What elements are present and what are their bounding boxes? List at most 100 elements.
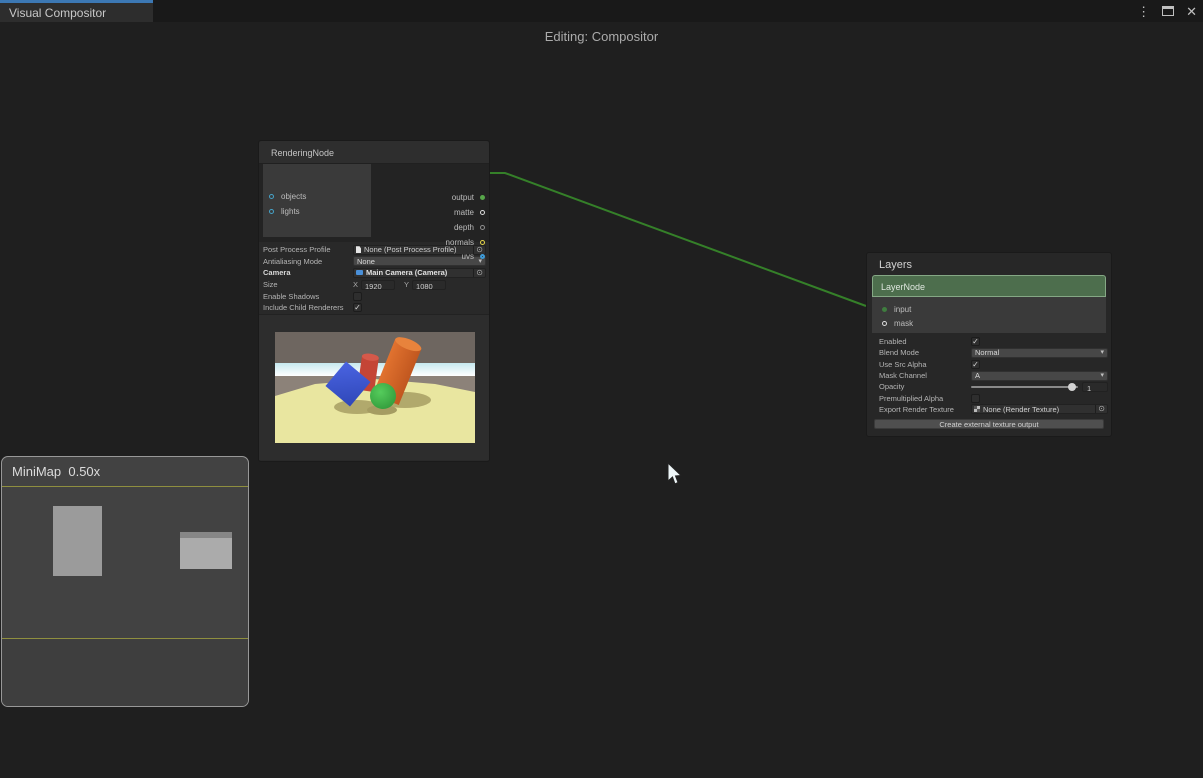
lights-port-icon[interactable] [269,209,274,214]
y-axis-label: Y [404,280,409,289]
mask-port-icon[interactable] [882,321,887,326]
input-port-icon[interactable] [882,307,887,312]
camera-field[interactable]: Main Camera (Camera) ⊙ [353,268,486,278]
chevron-down-icon: ▾ [1100,349,1104,356]
editing-status-label: Editing: Compositor [0,29,1203,44]
prop-label: Include Child Renderers [263,303,353,312]
prop-label: Enabled [879,337,971,346]
mouse-cursor [662,459,684,489]
close-icon[interactable]: ✕ [1186,5,1197,18]
opacity-slider-handle[interactable] [1068,383,1076,391]
kebab-menu-icon[interactable]: ⋮ [1137,5,1150,18]
window-tab-bar: Visual Compositor ⋮ ✕ [0,0,1203,22]
port-label: lights [281,207,300,216]
maximize-icon[interactable] [1162,6,1174,16]
prop-label: Export Render Texture [879,405,971,414]
port-label: normals [446,238,474,247]
prop-label: Use Src Alpha [879,360,971,369]
use-src-alpha-checkbox[interactable]: ✓ [971,360,980,369]
size-y-input[interactable]: 1080 [412,280,446,290]
rendering-node-title[interactable]: RenderingNode [259,141,489,164]
prop-include-child-renderers: Include Child Renderers ✓ [263,302,489,314]
include-child-renderers-checkbox[interactable]: ✓ [353,303,362,312]
prop-label: Post Process Profile [263,245,353,254]
port-lights[interactable]: lights [269,207,300,216]
prop-label: Camera [263,268,353,277]
mask-channel-dropdown[interactable]: A ▾ [971,371,1108,381]
prop-label: Blend Mode [879,348,971,357]
rendering-node-properties: Post Process Profile None (Post Process … [259,242,489,314]
port-depth[interactable]: depth [454,223,485,232]
object-field-value: Main Camera (Camera) [366,268,470,277]
minimap-label: MiniMap [12,464,61,479]
port-matte[interactable]: matte [454,208,485,217]
tab-visual-compositor[interactable]: Visual Compositor [0,0,153,22]
port-label: output [452,193,474,202]
prop-opacity: Opacity 1 [879,381,1111,392]
minimap-outside-area [2,639,248,707]
premultiplied-alpha-checkbox[interactable] [971,394,980,403]
prop-label: Mask Channel [879,371,971,380]
port-label: input [894,305,911,314]
prop-label: Premultiplied Alpha [879,394,971,403]
dropdown-value: None [357,257,478,266]
prop-label: Antialiasing Mode [263,257,353,266]
normals-port-icon[interactable] [480,240,485,245]
objects-port-icon[interactable] [269,194,274,199]
create-external-texture-output-button[interactable]: Create external texture output [874,419,1104,429]
layers-panel[interactable]: Layers LayerNode input mask Enabled ✓ Bl… [866,252,1112,437]
export-render-texture-field[interactable]: None (Render Texture) ⊙ [971,404,1108,414]
port-label: mask [894,319,913,328]
render-texture-icon [974,406,980,412]
blend-mode-dropdown[interactable]: Normal ▾ [971,348,1108,358]
port-output[interactable]: output [452,193,485,202]
prop-camera: Camera Main Camera (Camera) ⊙ [263,267,489,279]
uvs-port-icon[interactable] [480,254,485,259]
minimap-viewport-bottom-edge [2,638,248,639]
output-port-icon[interactable] [480,195,485,200]
port-label: matte [454,208,474,217]
prop-label: Size [263,280,353,289]
prop-enabled: Enabled ✓ [879,336,1111,347]
rendering-node[interactable]: RenderingNode objects lights output matt… [258,140,490,462]
minimap-viewport-top-edge [2,486,248,487]
size-x-input[interactable]: 1920 [361,280,395,290]
minimap-node-layer[interactable] [180,532,232,569]
port-label: objects [281,192,306,201]
opacity-slider[interactable] [971,386,1078,388]
prop-mask-channel: Mask Channel A ▾ [879,370,1111,381]
depth-port-icon[interactable] [480,225,485,230]
prop-antialiasing-mode: Antialiasing Mode None ▾ [263,256,489,268]
dropdown-value: A [975,371,1100,380]
enable-shadows-checkbox[interactable] [353,292,362,301]
prop-enable-shadows: Enable Shadows [263,290,489,302]
port-mask[interactable]: mask [882,319,913,328]
dropdown-value: Normal [975,348,1100,357]
object-picker-icon[interactable]: ⊙ [1095,405,1105,413]
prop-size: Size X 1920 Y 1080 [263,279,489,291]
tab-title: Visual Compositor [9,6,106,20]
opacity-value-input[interactable]: 1 [1082,382,1108,392]
prop-export-render-texture: Export Render Texture None (Render Textu… [879,404,1111,415]
enabled-checkbox[interactable]: ✓ [971,337,980,346]
port-objects[interactable]: objects [269,192,306,201]
rendering-node-ports: objects lights output matte depth normal… [259,164,489,242]
port-normals[interactable]: normals [446,238,485,247]
camera-icon [356,270,363,275]
prop-label: Opacity [879,382,971,391]
minimap-panel[interactable]: MiniMap 0.50x [1,456,249,707]
rendering-node-preview [259,314,489,460]
object-field-value: None (Render Texture) [983,405,1092,414]
layer-node-header[interactable]: LayerNode [872,275,1106,297]
matte-port-icon[interactable] [480,210,485,215]
port-input[interactable]: input [882,305,911,314]
port-label: depth [454,223,474,232]
camera-preview-image [275,332,475,443]
layer-node-title: LayerNode [881,282,925,292]
port-uvs[interactable]: uvs [462,252,485,261]
chevron-down-icon: ▾ [1100,372,1104,379]
minimap-node-rendering[interactable] [53,506,102,576]
prop-blend-mode: Blend Mode Normal ▾ [879,347,1111,358]
layers-panel-title: Layers [867,253,1111,275]
object-picker-icon[interactable]: ⊙ [473,269,483,277]
